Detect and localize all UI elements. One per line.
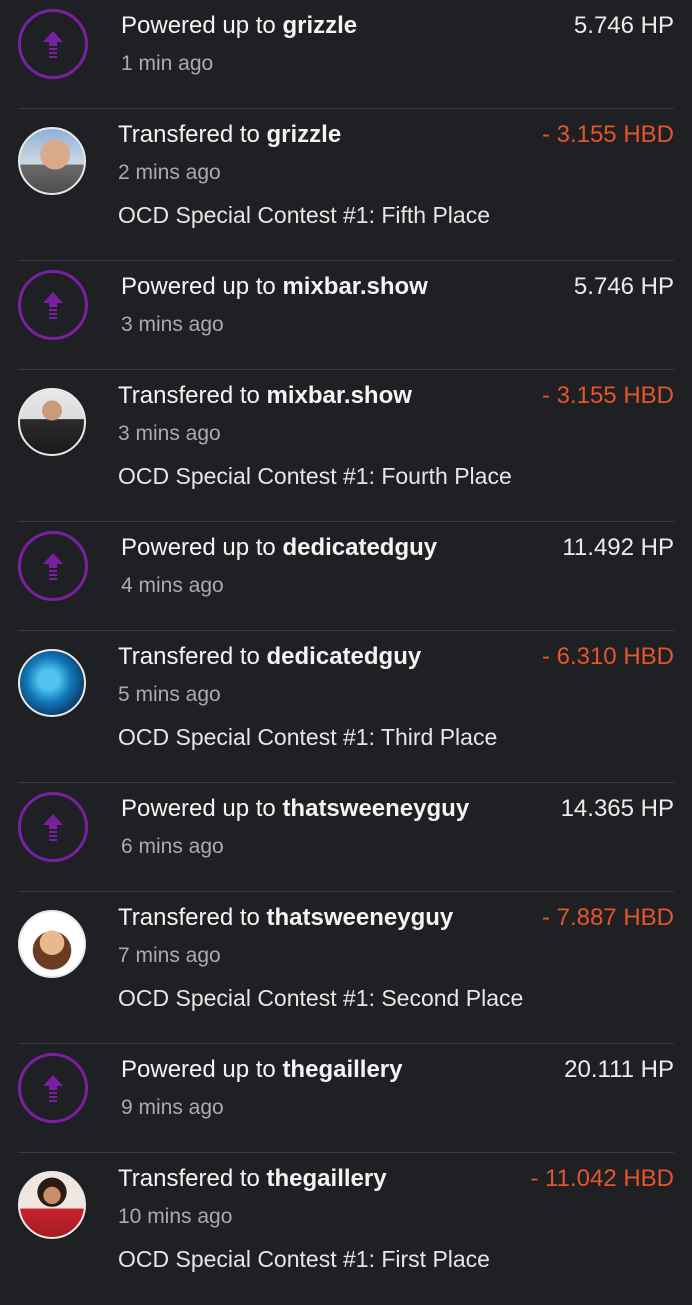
transaction-time: 10 mins ago (118, 1205, 233, 1228)
transaction-action-text: Transfered to (118, 382, 267, 409)
avatar[interactable] (18, 388, 86, 456)
power-up-icon-wrap (18, 1053, 88, 1123)
transaction-action-text: Transfered to (118, 643, 267, 670)
avatar-wrap (18, 649, 86, 717)
power-up-arrow-icon (18, 1053, 88, 1123)
power-up-icon-wrap (18, 531, 88, 601)
avatar-wrap (18, 388, 86, 456)
transaction-title: Transfered to dedicatedguy (118, 643, 421, 671)
transaction-memo: OCD Special Contest #1: Second Place (118, 985, 524, 1011)
avatar-wrap (18, 910, 86, 978)
avatar[interactable] (18, 649, 86, 717)
transaction-amount: 14.365 HP (560, 795, 674, 822)
transaction-amount: - 11.042 HBD (530, 1165, 674, 1192)
account-link[interactable]: grizzle (282, 12, 357, 39)
transaction-amount: 5.746 HP (573, 273, 674, 300)
avatar[interactable] (18, 910, 86, 978)
transaction-list: Powered up to grizzle 1 min ago 5.746 HP… (0, 0, 692, 1305)
transaction-amount: - 3.155 HBD (541, 382, 674, 409)
account-link[interactable]: dedicatedguy (282, 534, 437, 561)
avatar[interactable] (18, 127, 86, 195)
transaction-action-text: Powered up to (121, 534, 283, 561)
transaction-amount: - 7.887 HBD (541, 904, 674, 931)
transaction-time: 6 mins ago (121, 835, 224, 858)
transaction-action-text: Transfered to (118, 904, 267, 931)
transaction-action-text: Transfered to (118, 121, 267, 148)
transaction-row[interactable]: Transfered to grizzle 2 mins ago OCD Spe… (18, 109, 674, 261)
account-link[interactable]: mixbar.show (267, 382, 412, 409)
transaction-row[interactable]: Transfered to thatsweeneyguy 7 mins ago … (18, 892, 674, 1044)
transaction-action-text: Transfered to (118, 1165, 267, 1192)
transaction-row[interactable]: Transfered to thegaillery 10 mins ago OC… (18, 1153, 674, 1305)
transaction-row[interactable]: Powered up to thegaillery 9 mins ago 20.… (18, 1044, 674, 1153)
power-up-icon-wrap (18, 9, 88, 79)
avatar-wrap (18, 127, 86, 195)
transaction-time: 2 mins ago (118, 161, 221, 184)
power-up-arrow-icon (18, 9, 88, 79)
transaction-title: Transfered to grizzle (118, 121, 341, 149)
transaction-row[interactable]: Powered up to mixbar.show 3 mins ago 5.7… (18, 261, 674, 370)
transaction-amount: 11.492 HP (562, 534, 674, 561)
transaction-title: Powered up to dedicatedguy (121, 534, 437, 562)
transaction-time: 4 mins ago (121, 574, 224, 597)
transaction-memo: OCD Special Contest #1: First Place (118, 1246, 490, 1272)
transaction-memo: OCD Special Contest #1: Fourth Place (118, 463, 512, 489)
avatar-wrap (18, 1171, 86, 1239)
transaction-time: 3 mins ago (121, 313, 224, 336)
transaction-title: Powered up to mixbar.show (121, 273, 428, 301)
account-link[interactable]: thegaillery (282, 1056, 402, 1083)
transaction-time: 7 mins ago (118, 944, 221, 967)
transaction-amount: 5.746 HP (573, 12, 674, 39)
avatar[interactable] (18, 1171, 86, 1239)
transaction-memo: OCD Special Contest #1: Fifth Place (118, 202, 490, 228)
transaction-title: Transfered to mixbar.show (118, 382, 412, 410)
power-up-icon-wrap (18, 792, 88, 862)
transaction-time: 3 mins ago (118, 422, 221, 445)
transaction-title: Powered up to thegaillery (121, 1056, 402, 1084)
transaction-action-text: Powered up to (121, 1056, 283, 1083)
account-link[interactable]: thatsweeneyguy (267, 904, 454, 931)
transaction-memo: OCD Special Contest #1: Third Place (118, 724, 498, 750)
transaction-action-text: Powered up to (121, 12, 283, 39)
account-link[interactable]: thegaillery (267, 1165, 387, 1192)
transaction-row[interactable]: Transfered to mixbar.show 3 mins ago OCD… (18, 370, 674, 522)
transaction-time: 9 mins ago (121, 1096, 224, 1119)
transaction-time: 5 mins ago (118, 683, 221, 706)
transaction-action-text: Powered up to (121, 795, 283, 822)
transaction-amount: 20.111 HP (564, 1056, 674, 1083)
account-link[interactable]: dedicatedguy (267, 643, 422, 670)
power-up-arrow-icon (18, 270, 88, 340)
transaction-row[interactable]: Powered up to grizzle 1 min ago 5.746 HP (18, 0, 674, 109)
transaction-amount: - 3.155 HBD (541, 121, 674, 148)
transaction-row[interactable]: Powered up to thatsweeneyguy 6 mins ago … (18, 783, 674, 892)
transaction-row[interactable]: Transfered to dedicatedguy 5 mins ago OC… (18, 631, 674, 783)
transaction-action-text: Powered up to (121, 273, 283, 300)
power-up-arrow-icon (18, 792, 88, 862)
transaction-amount: - 6.310 HBD (541, 643, 674, 670)
transaction-title: Powered up to thatsweeneyguy (121, 795, 469, 823)
account-link[interactable]: thatsweeneyguy (282, 795, 469, 822)
account-link[interactable]: grizzle (267, 121, 342, 148)
transaction-title: Transfered to thatsweeneyguy (118, 904, 453, 932)
transaction-title: Powered up to grizzle (121, 12, 357, 40)
transaction-time: 1 min ago (121, 52, 214, 75)
power-up-arrow-icon (18, 531, 88, 601)
transaction-row[interactable]: Powered up to dedicatedguy 4 mins ago 11… (18, 522, 674, 631)
power-up-icon-wrap (18, 270, 88, 340)
account-link[interactable]: mixbar.show (282, 273, 427, 300)
transaction-title: Transfered to thegaillery (118, 1165, 387, 1193)
